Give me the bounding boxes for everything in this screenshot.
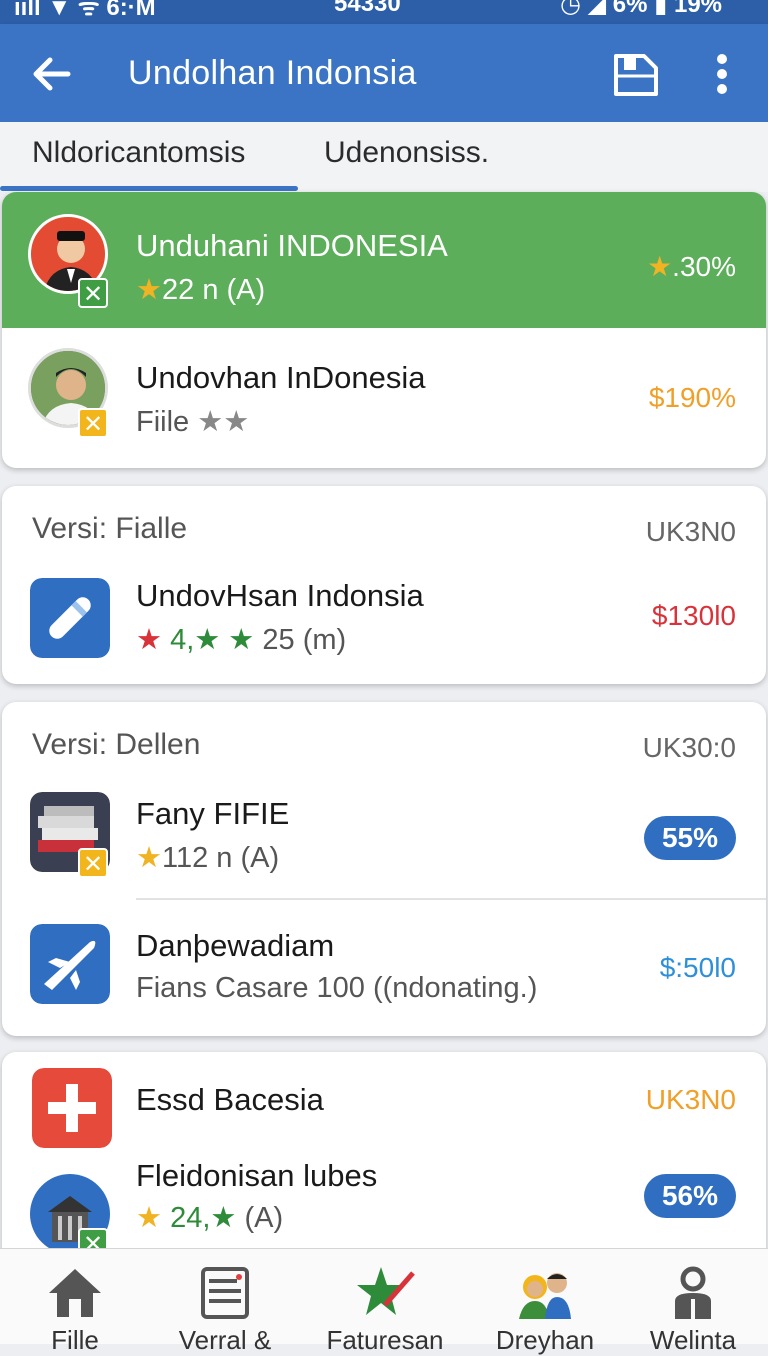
nav-label: Verral & [178, 1325, 272, 1355]
status-right: ◷ ◢ 6% ▮ 19% [560, 0, 722, 18]
star-icon: ★ [136, 274, 162, 306]
item-title: Fleidonisan lubes [136, 1158, 378, 1193]
nav-item-welinta[interactable]: Welinta [618, 1249, 768, 1355]
star-icon: ★ [136, 624, 162, 656]
checkbox-x-icon: ✕ [78, 278, 108, 308]
nav-item-verral[interactable]: Verral & [150, 1249, 300, 1355]
save-icon[interactable] [612, 48, 660, 98]
item-subtitle: Fiile ★★ [136, 406, 250, 438]
user-icon [675, 1266, 711, 1319]
list-item[interactable]: ✕ Undovhan InDonesia Fiile ★★ $190% [2, 328, 766, 468]
star-icon: ★ [210, 1202, 237, 1234]
item-percent: ★.30% [647, 251, 736, 282]
star-icon: ★ [136, 842, 162, 874]
list-item[interactable]: Essd Bacesia UK3N0 [2, 1052, 766, 1152]
people-icon [519, 1273, 571, 1319]
status-time: 54330 [334, 0, 401, 17]
card-version-2: Versi: Dellen UK30:0 ✕ Fany FIFIE ★112 n… [2, 702, 766, 1036]
more-options-icon[interactable] [708, 52, 736, 96]
tab-indicator [0, 186, 298, 191]
section-label: Versi: Fialle [32, 512, 188, 545]
status-left: ııll ▼ ᯤ 6:·M [14, 0, 156, 21]
list-item[interactable]: UndovHsan Indonsia ★ 4,★ ★ 25 (m) $130l0 [2, 566, 766, 684]
item-title: UndovHsan Indonsia [136, 578, 424, 613]
nav-label: Fille [51, 1325, 99, 1355]
nav-label: Dreyhan [495, 1325, 595, 1355]
nav-item-features[interactable]: Faturesan [310, 1249, 460, 1355]
card-version: Versi: Fialle UK3N0 UndovHsan Indonsia ★… [2, 486, 766, 684]
checkbox-x-icon: ✕ [78, 408, 108, 438]
item-subtitle: Fians Casare 100 ((ndonating.) [136, 972, 538, 1004]
percent-badge: 55% [644, 816, 736, 860]
nav-item-file[interactable]: Fille [0, 1249, 150, 1355]
item-rating: ★22 n (A) [136, 274, 266, 306]
nav-label: Welinta [649, 1325, 737, 1355]
home-icon [49, 1269, 101, 1317]
back-arrow-icon[interactable] [28, 50, 76, 98]
item-title: Unduhani INDONESIA [136, 228, 448, 263]
star-sparkle-icon [357, 1267, 415, 1315]
section-code: UK30:0 [642, 732, 736, 763]
status-bar: ııll ▼ ᯤ 6:·M 54330 ◷ ◢ 6% ▮ 19% [0, 0, 768, 24]
item-title: Undovhan InDonesia [136, 360, 426, 395]
app-bar: Undolhan Indonsia [0, 24, 768, 122]
item-rating: ★ 24,★ (A) [136, 1202, 284, 1234]
item-title: Fany FIFIE [136, 796, 290, 831]
list-item[interactable]: ✕ Fany FIFIE ★112 n (A) 55% [2, 782, 766, 898]
item-title: Danþewadiam [136, 928, 335, 963]
item-price: $130l0 [651, 600, 736, 631]
item-price: $:50l0 [659, 952, 736, 983]
item-rating: ★112 n (A) [136, 842, 280, 874]
nav-label: Faturesan [326, 1325, 444, 1355]
section-code: UK3N0 [645, 516, 736, 547]
tab-2[interactable]: Udenonsiss. [324, 136, 489, 170]
tab-bar: Nldoricantomsis Udenonsiss. [0, 122, 768, 192]
item-rating: ★ 4,★ ★ 25 (m) [136, 624, 347, 656]
item-price: $190% [648, 382, 736, 413]
bottom-nav: Fille Verral & Faturesan Dreyhan Welinta [0, 1248, 768, 1355]
tab-1[interactable]: Nldoricantomsis [32, 136, 245, 170]
list-item[interactable]: ✕ Unduhani INDONESIA ★22 n (A) ★.30% [2, 192, 766, 328]
percent-badge: 56% [644, 1174, 736, 1218]
item-title: Essd Bacesia [136, 1082, 324, 1117]
plane-icon [30, 924, 110, 1004]
nav-item-dreyhan[interactable]: Dreyhan [470, 1249, 620, 1355]
list-item[interactable]: Danþewadiam Fians Casare 100 ((ndonating… [2, 900, 766, 1036]
card-downloads: ✕ Unduhani INDONESIA ★22 n (A) ★.30% ✕ U… [2, 192, 766, 468]
document-icon [201, 1267, 249, 1319]
plus-icon [32, 1068, 112, 1148]
stars-icon: ★ ★ [194, 624, 255, 656]
pen-icon [30, 578, 110, 658]
star-icon: ★ [136, 1202, 162, 1234]
item-code: UK3N0 [645, 1084, 736, 1115]
page-title: Undolhan Indonsia [128, 54, 417, 92]
stars-icon: ★★ [197, 406, 250, 438]
checkbox-x-icon: ✕ [78, 848, 108, 878]
star-icon: ★ [647, 251, 673, 282]
section-label: Versi: Dellen [32, 728, 201, 761]
